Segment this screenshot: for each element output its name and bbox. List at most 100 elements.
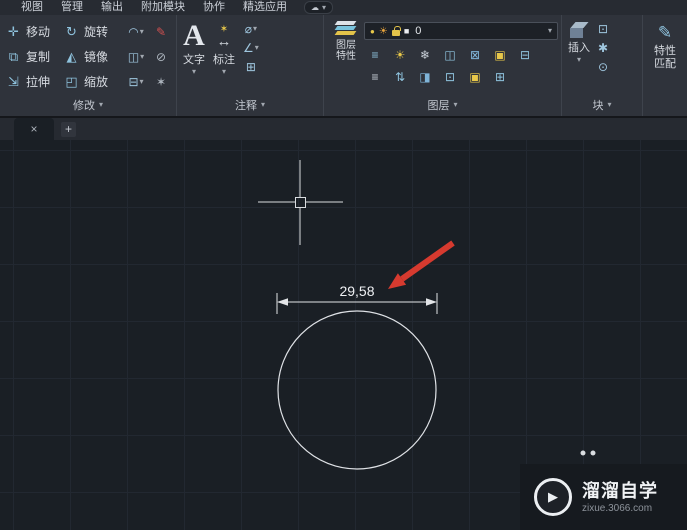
cloud-button[interactable]: ☁ ▾ xyxy=(304,1,334,14)
panel-title-block[interactable]: 块 ▾ xyxy=(562,97,642,113)
mirror-icon: ◭ xyxy=(66,48,77,64)
circle-entity[interactable] xyxy=(277,310,437,470)
dimension-entity[interactable]: 29,58 xyxy=(276,283,438,314)
panel-properties: ✎ 特性 匹配 xyxy=(643,15,687,116)
menu-item-collaborate[interactable]: 协作 xyxy=(194,0,234,15)
lock-open-icon xyxy=(391,26,401,36)
table-button[interactable]: ⊞ xyxy=(243,60,259,74)
crosshair-cursor xyxy=(258,160,343,245)
layer-properties-button[interactable]: 图层 特性 xyxy=(328,19,364,62)
block-cube-icon xyxy=(569,22,589,39)
tab-close-icon[interactable]: × xyxy=(30,122,37,136)
panel-title-annotate[interactable]: 注释 ▾ xyxy=(177,97,323,113)
chevron-down-icon: ▾ xyxy=(221,67,226,76)
block-attr-button[interactable]: ⊙ xyxy=(598,60,608,74)
block-edit-icon: ⊡ xyxy=(598,22,609,36)
panel-title-label: 块 xyxy=(592,100,604,112)
stretch-button[interactable]: ⇲ 拉伸 xyxy=(4,73,62,90)
match-label2: 匹配 xyxy=(654,58,676,70)
cloud-icon: ☁ xyxy=(311,3,319,12)
fillet-button[interactable]: ◠ ▾ xyxy=(124,25,148,39)
dimension-text[interactable]: 29,58 xyxy=(339,283,374,299)
diameter-icon: ⌀ xyxy=(244,22,252,36)
block-define-button[interactable]: ✱ xyxy=(598,41,608,55)
layer-tool-icon[interactable]: ☀ xyxy=(389,45,411,64)
menu-item-output[interactable]: 输出 xyxy=(92,0,132,15)
stretch-icon: ⇲ xyxy=(8,73,19,89)
match-label1: 特性 xyxy=(654,45,676,57)
panel-modify: ✛ 移动 ↻ 旋转 ◠ ▾ ✎ ⧉ 复制 ◭ 镜像 ◫ ▾ ⊘ ⇲ 拉伸 ◰ 缩… xyxy=(0,15,177,116)
layer-tool-icon[interactable]: ⊠ xyxy=(464,45,486,64)
rotate-label: 旋转 xyxy=(84,25,109,39)
block-edit-button[interactable]: ⊡ xyxy=(598,22,608,36)
chevron-down-icon: ▾ xyxy=(140,51,145,61)
chevron-down-icon: ▾ xyxy=(254,43,259,52)
panel-block: 插入 ▾ ⊡ ✱ ⊙ 块 ▾ xyxy=(562,15,643,116)
move-button[interactable]: ✛ 移动 xyxy=(4,23,62,40)
watermark: ▶ 溜溜自学 zixue.3066.com xyxy=(520,464,687,530)
sun-icon: ☀ xyxy=(378,25,388,37)
chevron-down-icon: ▾ xyxy=(260,100,265,109)
layer-dropdown[interactable]: ● ☀ ■ 0 ▾ xyxy=(364,22,558,40)
layer-tool-icon[interactable]: ◨ xyxy=(414,67,436,86)
match-properties-button[interactable]: ✎ 特性 匹配 xyxy=(643,15,687,71)
text-icon: A xyxy=(183,19,205,52)
layer-tool-icon[interactable]: ▣ xyxy=(489,45,511,64)
panel-title-label: 注释 xyxy=(234,100,257,112)
text-button[interactable]: A 文字 ▾ xyxy=(183,19,205,76)
rotate-button[interactable]: ↻ 旋转 xyxy=(62,23,124,40)
watermark-brand: 溜溜自学 xyxy=(582,480,658,501)
chevron-down-icon: ▾ xyxy=(607,100,612,109)
match-brush-icon: ✎ xyxy=(657,23,673,42)
trim-button[interactable]: ⊟ ▾ xyxy=(124,75,148,89)
array-button[interactable]: ◫ ▾ xyxy=(124,50,148,64)
angle-dim-button[interactable]: ∠ ▾ xyxy=(243,41,259,55)
ribbon: ✛ 移动 ↻ 旋转 ◠ ▾ ✎ ⧉ 复制 ◭ 镜像 ◫ ▾ ⊘ ⇲ 拉伸 ◰ 缩… xyxy=(0,15,687,118)
panel-title-modify[interactable]: 修改 ▾ xyxy=(0,97,176,113)
dim-arrows-icon: ↔ xyxy=(216,32,232,50)
new-drawing-tab-button[interactable]: + xyxy=(61,122,76,137)
scale-icon: ◰ xyxy=(65,73,78,89)
current-layer-name: 0 xyxy=(415,25,422,37)
layer-tool-icon[interactable]: ⇅ xyxy=(389,67,411,86)
layer-tool-icon[interactable]: ◫ xyxy=(439,45,461,64)
color-swatch: ■ xyxy=(403,26,410,36)
erase-button[interactable]: ⊘ xyxy=(148,50,174,64)
dimension-button[interactable]: ✶ ↔ 标注 ▾ xyxy=(213,19,235,76)
menu-item-addins[interactable]: 附加模块 xyxy=(132,0,194,15)
layer-tool-icon[interactable]: ▣ xyxy=(464,67,486,86)
layer-tool-icon[interactable]: ≡ xyxy=(364,45,386,64)
explode-icon: ✶ xyxy=(155,74,167,89)
panel-annotate: A 文字 ▾ ✶ ↔ 标注 ▾ ⌀ ▾ ∠ ▾ ⊞ 注释 ▾ xyxy=(177,15,324,116)
panel-title-layers[interactable]: 图层 ▾ xyxy=(324,97,561,113)
menu-item-featured-apps[interactable]: 精选应用 xyxy=(234,0,296,15)
layer-tool-icon[interactable]: ⊞ xyxy=(489,67,511,86)
menu-item-manage[interactable]: 管理 xyxy=(52,0,92,15)
layer-tool-icon[interactable]: ⊡ xyxy=(439,67,461,86)
scale-button[interactable]: ◰ 缩放 xyxy=(62,73,124,90)
diameter-dim-button[interactable]: ⌀ ▾ xyxy=(243,22,259,36)
draworder-button[interactable]: ✎ xyxy=(148,25,174,39)
chevron-down-icon: ▾ xyxy=(322,2,327,12)
explode-button[interactable]: ✶ xyxy=(148,75,174,89)
dimension-icon: ✶ ↔ xyxy=(217,19,232,53)
insert-button[interactable]: 插入 ▾ xyxy=(568,19,590,74)
layer-props-label1: 图层 xyxy=(336,40,356,51)
menu-item-view[interactable]: 视图 xyxy=(12,0,52,15)
mirror-button[interactable]: ◭ 镜像 xyxy=(62,48,124,65)
layer-tool-icon[interactable]: ❄ xyxy=(414,45,436,64)
drawing-canvas[interactable]: 29,58 ▶ 溜溜自学 zixue.3066.com xyxy=(0,140,687,530)
table-icon: ⊞ xyxy=(245,60,256,74)
layer-tool-icon[interactable]: ≡ xyxy=(364,67,386,86)
chevron-down-icon: ▾ xyxy=(139,76,144,86)
panel-layers: 图层 特性 ● ☀ ■ 0 ▾ ≡ ☀ ❄ ◫ ⊠ ▣ ⊟ ≡ ⇅ ◨ ⊡ ▣ … xyxy=(324,15,562,116)
file-tab[interactable]: × xyxy=(14,118,54,140)
autocad-window: 视图 管理 输出 附加模块 协作 精选应用 ☁ ▾ ✛ 移动 ↻ 旋转 ◠ ▾ … xyxy=(0,0,687,530)
chevron-down-icon: ▾ xyxy=(576,55,581,64)
copy-button[interactable]: ⧉ 复制 xyxy=(4,48,62,65)
chevron-down-icon: ▾ xyxy=(139,26,144,36)
layer-tool-icon[interactable]: ⊟ xyxy=(514,45,536,64)
scale-label: 缩放 xyxy=(84,75,109,89)
chevron-down-icon: ▾ xyxy=(547,26,552,35)
dots xyxy=(580,450,596,456)
